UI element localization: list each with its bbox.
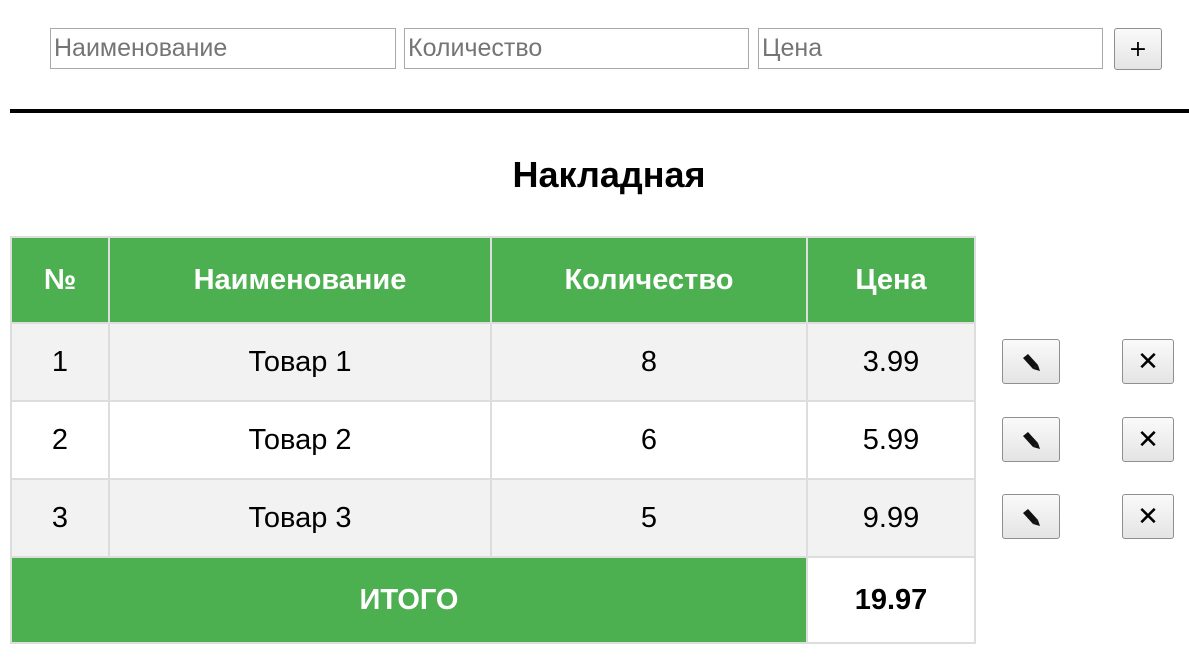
item-quantity-input[interactable]	[404, 28, 749, 69]
row-name: Товар 1	[108, 322, 492, 402]
delete-row-button[interactable]: ✕	[1122, 494, 1174, 539]
row-price: 9.99	[806, 478, 976, 558]
edit-row-button[interactable]	[1002, 339, 1060, 384]
row-quantity: 5	[490, 478, 808, 558]
delete-row-button[interactable]: ✕	[1122, 339, 1174, 384]
total-value: 19.97	[806, 556, 976, 644]
close-icon: ✕	[1137, 346, 1159, 377]
delete-row-button[interactable]: ✕	[1122, 417, 1174, 462]
row-number: 2	[10, 400, 110, 480]
edit-row-button[interactable]	[1002, 417, 1060, 462]
edit-row-button[interactable]	[1002, 494, 1060, 539]
total-row: ИТОГО 19.97	[10, 556, 976, 644]
row-number: 3	[10, 478, 110, 558]
row-number: 1	[10, 322, 110, 402]
total-label: ИТОГО	[10, 556, 808, 644]
close-icon: ✕	[1137, 424, 1159, 455]
table-row: 1 Товар 1 8 3.99	[10, 322, 976, 402]
invoice-table: № Наименование Количество Цена 1 Товар 1…	[10, 236, 976, 644]
column-header-price: Цена	[806, 236, 976, 324]
pencil-icon	[1023, 431, 1040, 449]
item-name-input[interactable]	[50, 28, 396, 69]
row-name: Товар 2	[108, 400, 492, 480]
column-header-name: Наименование	[108, 236, 492, 324]
row-quantity: 6	[490, 400, 808, 480]
row-price: 5.99	[806, 400, 976, 480]
divider	[10, 109, 1189, 113]
table-row: 2 Товар 2 6 5.99	[10, 400, 976, 480]
column-header-quantity: Количество	[490, 236, 808, 324]
row-name: Товар 3	[108, 478, 492, 558]
add-item-button[interactable]: +	[1114, 28, 1162, 70]
row-quantity: 8	[490, 322, 808, 402]
table-header-row: № Наименование Количество Цена	[10, 236, 976, 324]
table-row: 3 Товар 3 5 9.99	[10, 478, 976, 558]
item-price-input[interactable]	[758, 28, 1103, 69]
column-header-number: №	[10, 236, 110, 324]
row-price: 3.99	[806, 322, 976, 402]
pencil-icon	[1023, 508, 1040, 526]
invoice-page: + Накладная № Наименование Количество Це…	[0, 0, 1189, 669]
page-title: Накладная	[512, 154, 706, 195]
pencil-icon	[1023, 353, 1040, 371]
close-icon: ✕	[1137, 501, 1159, 532]
